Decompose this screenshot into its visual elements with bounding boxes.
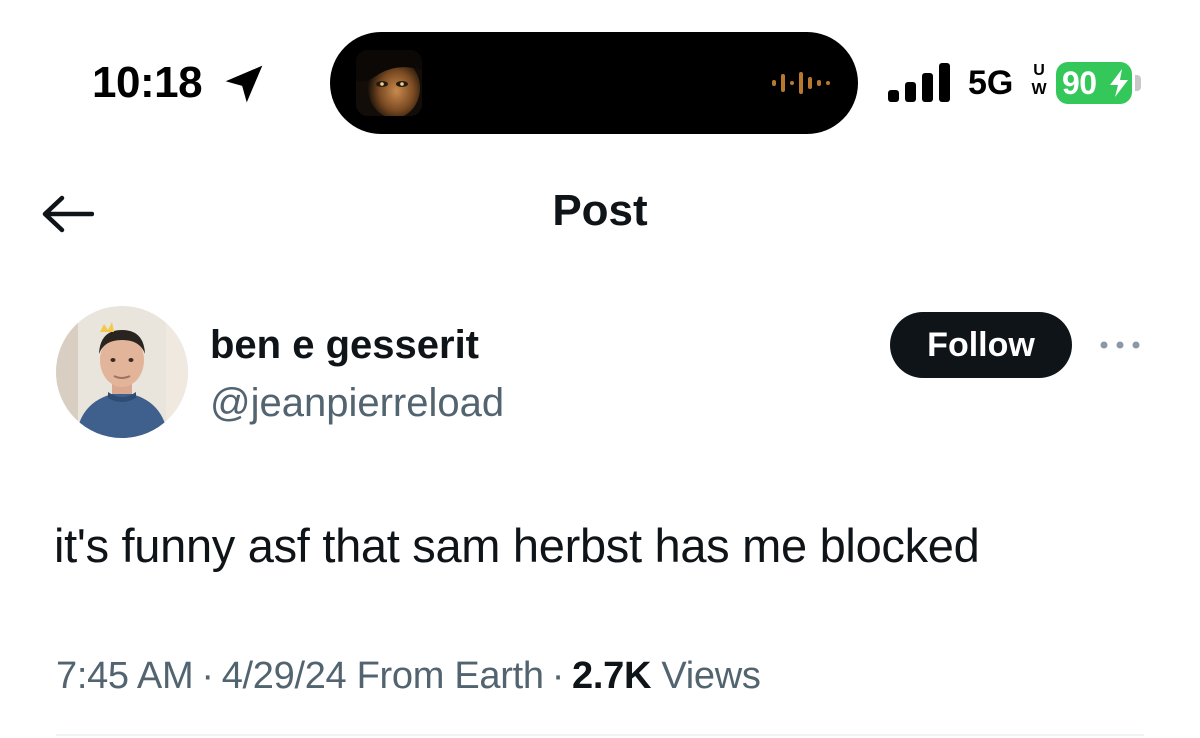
page-title: Post [552, 186, 648, 235]
battery-cap [1135, 75, 1141, 91]
post-date[interactable]: 4/29/24 [222, 655, 347, 697]
more-options-icon[interactable] [1096, 334, 1144, 356]
post-meta: 7:45 AM · 4/29/24 From Earth · 2.7K Views [56, 652, 761, 700]
post-text: it's funny asf that sam herbst has me bl… [54, 519, 980, 572]
author-handle[interactable]: @jeanpierreload [210, 378, 504, 428]
network-u-label: U [1033, 62, 1045, 79]
battery-level: 90 [1062, 65, 1097, 101]
follow-button[interactable]: Follow [890, 312, 1072, 378]
views-count[interactable]: 2.7K [572, 655, 651, 697]
post-time[interactable]: 7:45 AM [56, 655, 194, 697]
dynamic-island[interactable] [330, 32, 858, 134]
media-thumbnail[interactable] [356, 50, 422, 116]
meta-separator: · [551, 655, 565, 697]
network-type-label: 5G [968, 64, 1014, 102]
meta-separator: · [201, 655, 214, 697]
cellular-signal-icon [888, 63, 950, 102]
author-display-name[interactable]: ben e gesserit [210, 320, 479, 370]
status-time: 10:18 [92, 58, 203, 107]
post-source: From Earth [356, 655, 544, 697]
location-arrow-icon [225, 65, 263, 103]
audio-waveform-icon [772, 72, 830, 94]
views-label[interactable]: Views [661, 655, 760, 697]
divider [56, 734, 1144, 736]
network-uw-badge: U W [1024, 62, 1054, 102]
author-avatar[interactable] [56, 306, 188, 438]
battery-indicator: 90 [1056, 62, 1132, 104]
network-w-label: W [1031, 81, 1047, 98]
charging-bolt-icon [1110, 69, 1128, 97]
